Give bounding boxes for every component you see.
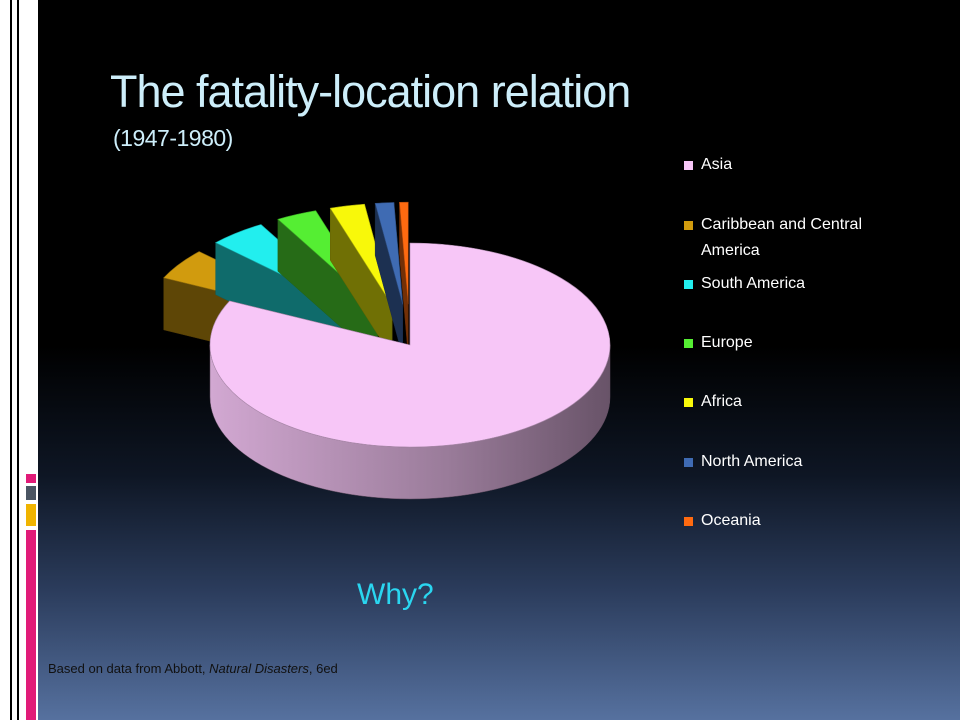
- question-text: Why?: [357, 578, 434, 611]
- source-suffix: , 6ed: [308, 661, 338, 676]
- legend-label: Africa: [701, 393, 742, 410]
- legend-swatch: [684, 517, 693, 526]
- legend-swatch: [684, 161, 693, 170]
- legend-swatch: [684, 398, 693, 407]
- legend-swatch: [684, 458, 693, 467]
- legend-label: Caribbean and Central America: [701, 216, 862, 259]
- legend-label: Asia: [701, 156, 733, 173]
- pie-chart: [163, 201, 611, 500]
- source-book-title: Natural Disasters: [209, 661, 309, 676]
- legend-label: South America: [701, 275, 806, 292]
- legend-label: Oceania: [701, 512, 761, 529]
- legend-label: North America: [701, 453, 803, 470]
- legend-swatch: [684, 280, 693, 289]
- source-note: Based on data from Abbott, Natural Disas…: [48, 661, 338, 676]
- legend-swatch: [684, 221, 693, 230]
- legend-label: Europe: [701, 334, 753, 351]
- legend-swatch: [684, 339, 693, 348]
- source-prefix: Based on data from Abbott,: [48, 661, 210, 676]
